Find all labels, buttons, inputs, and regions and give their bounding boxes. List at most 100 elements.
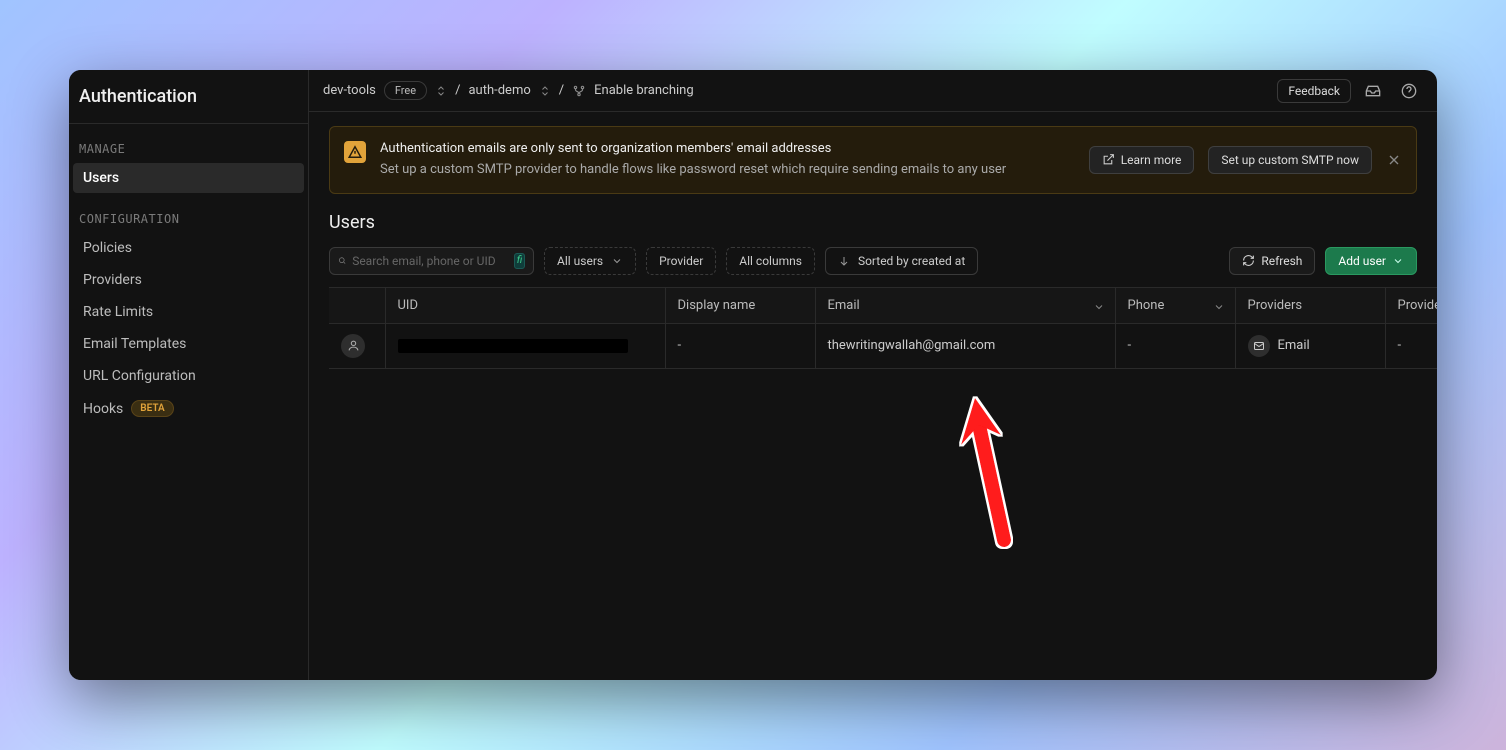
sidebar-item-policies[interactable]: Policies <box>73 233 304 263</box>
user-icon <box>347 339 360 352</box>
col-avatar <box>329 288 385 324</box>
all-users-label: All users <box>557 254 603 268</box>
enable-branching-label: Enable branching <box>594 83 694 98</box>
chevron-down-icon <box>1392 255 1404 267</box>
arrow-down-icon <box>838 255 850 267</box>
banner-line2: Set up a custom SMTP provider to handle … <box>380 160 1075 181</box>
sort-label: Sorted by created at <box>858 254 965 268</box>
plan-badge: Free <box>384 81 427 100</box>
refresh-icon <box>1242 254 1255 267</box>
all-columns-filter[interactable]: All columns <box>726 247 815 275</box>
learn-more-button[interactable]: Learn more <box>1089 146 1195 174</box>
sidebar-item-url-configuration[interactable]: URL Configuration <box>73 361 304 391</box>
sidebar-item-users[interactable]: Users <box>73 163 304 193</box>
enable-branching-button[interactable]: Enable branching <box>572 83 694 98</box>
setup-smtp-label: Set up custom SMTP now <box>1221 153 1359 167</box>
chevron-down-icon <box>1213 301 1225 313</box>
breadcrumb-separator: / <box>455 83 460 98</box>
sidebar-item-label: Hooks <box>83 401 123 417</box>
cell-provider-type: - <box>1385 323 1437 368</box>
col-email-label: Email <box>828 298 860 313</box>
email-provider-icon <box>1248 335 1270 357</box>
sidebar-item-rate-limits[interactable]: Rate Limits <box>73 297 304 327</box>
table-row[interactable]: - thewritingwallah@gmail.com - Email - <box>329 323 1437 368</box>
cell-phone: - <box>1115 323 1235 368</box>
col-provider-type[interactable]: Provider ty <box>1385 288 1437 324</box>
search-input[interactable] <box>352 254 508 268</box>
cell-display-name: - <box>665 323 815 368</box>
chevron-down-icon <box>611 255 623 267</box>
smtp-warning-banner: Authentication emails are only sent to o… <box>329 126 1417 194</box>
org-selector[interactable]: dev-tools Free <box>323 81 447 100</box>
add-user-button[interactable]: Add user <box>1325 247 1417 275</box>
cell-uid <box>385 323 665 368</box>
sidebar-item-label: Email Templates <box>83 336 186 352</box>
sidebar: Authentication MANAGE Users CONFIGURATIO… <box>69 70 309 680</box>
setup-smtp-button[interactable]: Set up custom SMTP now <box>1208 146 1372 174</box>
col-display-name[interactable]: Display name <box>665 288 815 324</box>
banner-line1: Authentication emails are only sent to o… <box>380 139 1075 160</box>
provider-label: Email <box>1278 338 1310 353</box>
col-uid[interactable]: UID <box>385 288 665 324</box>
sidebar-item-label: URL Configuration <box>83 368 196 384</box>
all-columns-label: All columns <box>739 254 802 268</box>
chevron-updown-icon <box>435 85 447 97</box>
table-header-row: UID Display name Email Phone Providers P… <box>329 288 1437 324</box>
section-label-configuration: CONFIGURATION <box>69 194 308 232</box>
refresh-label: Refresh <box>1261 254 1302 268</box>
sidebar-item-label: Users <box>83 170 119 186</box>
keyboard-hint: fi <box>514 253 525 269</box>
help-icon <box>1401 83 1417 99</box>
sidebar-item-label: Rate Limits <box>83 304 153 320</box>
page-title: Users <box>309 194 1437 247</box>
feedback-button[interactable]: Feedback <box>1277 79 1351 103</box>
chevron-updown-icon <box>539 85 551 97</box>
sidebar-item-hooks[interactable]: Hooks BETA <box>73 393 304 424</box>
avatar <box>341 334 365 358</box>
cell-avatar <box>329 323 385 368</box>
search-icon <box>338 254 346 267</box>
sidebar-item-providers[interactable]: Providers <box>73 265 304 295</box>
sort-button[interactable]: Sorted by created at <box>825 247 978 275</box>
sidebar-item-label: Policies <box>83 240 132 256</box>
col-phone[interactable]: Phone <box>1115 288 1235 324</box>
sidebar-title: Authentication <box>69 70 308 124</box>
sidebar-item-email-templates[interactable]: Email Templates <box>73 329 304 359</box>
section-label-manage: MANAGE <box>69 124 308 162</box>
cell-providers: Email <box>1235 323 1385 368</box>
org-name: dev-tools <box>323 83 376 98</box>
col-providers[interactable]: Providers <box>1235 288 1385 324</box>
chevron-down-icon <box>1093 301 1105 313</box>
project-selector[interactable]: auth-demo <box>468 83 550 98</box>
breadcrumb-separator: / <box>559 83 564 98</box>
users-table-wrap: UID Display name Email Phone Providers P… <box>329 287 1437 369</box>
cell-email: thewritingwallah@gmail.com <box>815 323 1115 368</box>
search-input-wrap[interactable]: fi <box>329 247 534 275</box>
beta-badge: BETA <box>131 400 173 417</box>
all-users-filter[interactable]: All users <box>544 247 636 275</box>
users-toolbar: fi All users Provider All columns Sorted… <box>309 247 1437 287</box>
inbox-button[interactable] <box>1359 77 1387 105</box>
col-email[interactable]: Email <box>815 288 1115 324</box>
topbar: dev-tools Free / auth-demo / Enable bran… <box>309 70 1437 112</box>
col-phone-label: Phone <box>1128 298 1165 313</box>
refresh-button[interactable]: Refresh <box>1229 247 1315 275</box>
main-area: dev-tools Free / auth-demo / Enable bran… <box>309 70 1437 680</box>
banner-text: Authentication emails are only sent to o… <box>380 139 1075 181</box>
sidebar-item-label: Providers <box>83 272 142 288</box>
users-table: UID Display name Email Phone Providers P… <box>329 288 1437 369</box>
app-window: Authentication MANAGE Users CONFIGURATIO… <box>69 70 1437 680</box>
warning-icon <box>344 141 366 163</box>
provider-filter[interactable]: Provider <box>646 247 716 275</box>
help-button[interactable] <box>1395 77 1423 105</box>
external-link-icon <box>1102 153 1115 166</box>
mail-icon <box>1253 340 1265 352</box>
learn-more-label: Learn more <box>1121 153 1182 167</box>
redacted-uid <box>398 339 628 353</box>
provider-label: Provider <box>659 254 703 268</box>
inbox-icon <box>1365 83 1381 99</box>
add-user-label: Add user <box>1338 254 1386 268</box>
close-icon[interactable] <box>1386 152 1402 168</box>
branch-icon <box>572 84 586 98</box>
project-name: auth-demo <box>468 83 530 98</box>
